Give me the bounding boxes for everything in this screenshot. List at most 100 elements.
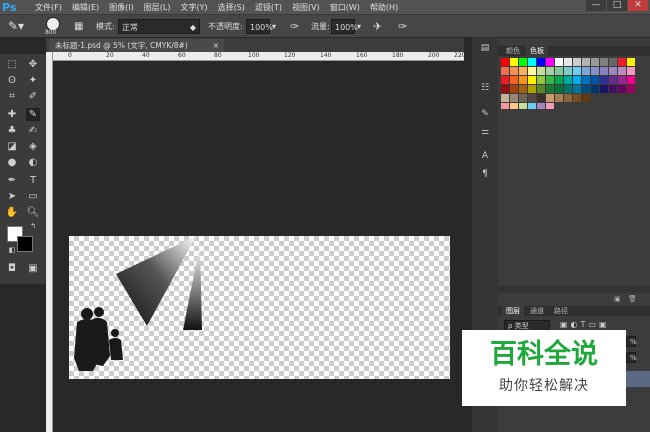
shape-tool-icon[interactable]: ▭ [26, 190, 40, 203]
path-select-icon[interactable]: ➤ [5, 190, 19, 203]
character-panel-icon[interactable]: A [478, 150, 492, 162]
fill-field-partial[interactable]: % [626, 352, 637, 363]
watermark-title: 百科全说 [490, 339, 598, 370]
ruler-tick: 120 [284, 52, 296, 59]
mode-value: 正常 [122, 23, 138, 32]
watermark-badge: 百科全说 助你轻松解决 [462, 330, 626, 406]
brush-tool-icon[interactable]: ✎▾ [8, 19, 24, 34]
horizontal-ruler: 0 20 40 60 80 100 120 140 160 180 200 22… [52, 52, 466, 61]
history-brush-icon[interactable]: ✍ [26, 124, 40, 137]
history-panel-icon[interactable]: ▤ [478, 42, 492, 54]
options-bar: ✎▾ 800 ▦ 模式: 正常 ◆ 不透明度: 100% ▾ ✑ 流量: 100%… [0, 15, 650, 38]
tab-paths[interactable]: 路径 [550, 306, 572, 316]
menu-layer[interactable]: 图层(L) [139, 0, 176, 15]
opacity-label: 不透明度: [208, 22, 243, 31]
menu-window[interactable]: 窗口(W) [325, 0, 365, 15]
hand-tool-icon[interactable]: ✋ [5, 206, 19, 219]
opacity-field-partial[interactable]: % [626, 336, 637, 347]
ruler-tick: 80 [214, 52, 222, 59]
ruler-tick: 200 [428, 52, 440, 59]
maximize-button[interactable]: □ [607, 0, 627, 11]
tab-channels[interactable]: 通道 [526, 306, 548, 316]
dodge-tool-icon[interactable]: ◐ [26, 156, 40, 169]
trash-icon[interactable]: 🗑︎ [624, 294, 641, 304]
ruler-tick: 20 [106, 52, 114, 59]
gradient-triangle-small [183, 244, 202, 330]
menu-items: 文件(F) 编辑(E) 图像(I) 图层(L) 文字(Y) 选择(S) 滤镜(T… [30, 0, 403, 15]
ruler-tick: 220 [454, 52, 466, 59]
pressure-opacity-icon[interactable]: ✑ [290, 19, 299, 34]
people-silhouette [74, 307, 123, 371]
menu-help[interactable]: 帮助(H) [365, 0, 403, 15]
close-button[interactable]: ✕ [628, 0, 648, 11]
menu-image[interactable]: 图像(I) [104, 0, 139, 15]
app-logo: Ps [2, 1, 17, 14]
eraser-icon[interactable]: ◪ [5, 140, 19, 153]
document-title: 未标题-1.psd @ 5% (文字, CMYK/8#) [55, 41, 188, 50]
ruler-tick: 40 [142, 52, 150, 59]
menu-edit[interactable]: 编辑(E) [67, 0, 104, 15]
swatch-colors [501, 58, 635, 109]
swatches-grid[interactable] [501, 58, 637, 110]
minimize-button[interactable]: — [586, 0, 606, 11]
flow-label: 流量: [311, 22, 330, 31]
move-tool-icon[interactable]: ✥ [26, 58, 40, 71]
menu-view[interactable]: 视图(V) [287, 0, 325, 15]
chevron-down-icon: ◆ [189, 23, 196, 32]
type-tool-icon[interactable]: T [26, 174, 40, 187]
brush-tool-active-icon[interactable]: ✎ [26, 108, 40, 121]
watermark-subtitle: 助你轻松解决 [499, 378, 589, 394]
default-colors-icon[interactable]: ◧ [5, 244, 19, 257]
lasso-tool-icon[interactable]: ʘ [5, 74, 19, 87]
airbrush-icon[interactable]: ✈ [373, 19, 382, 34]
ruler-tick: 100 [248, 52, 260, 59]
quick-mask-icon[interactable]: ◘ [5, 262, 19, 275]
screen-mode-icon[interactable]: ▣ [26, 262, 40, 275]
zoom-tool-icon[interactable]: 🔍︎ [26, 206, 40, 219]
layers-panel-tabs: 图层 通道 路径 [498, 306, 650, 316]
opacity-field[interactable]: 100% [246, 19, 273, 34]
blur-tool-icon[interactable]: ● [5, 156, 19, 169]
magic-wand-icon[interactable]: ✦ [26, 74, 40, 87]
layer-filter-icons[interactable]: ▣◐T▭▣ [560, 320, 610, 329]
flow-chevron-icon[interactable]: ▾ [357, 19, 361, 34]
pen-tool-icon[interactable]: ✒ [5, 174, 19, 187]
pressure-size-icon[interactable]: ✑ [398, 19, 407, 34]
ruler-tick: 160 [356, 52, 368, 59]
tab-layers[interactable]: 图层 [502, 306, 524, 316]
healing-brush-icon[interactable]: ✚ [5, 108, 19, 121]
tab-color[interactable]: 颜色 [502, 46, 524, 56]
vertical-ruler [46, 52, 53, 432]
tab-swatches[interactable]: 色板 [526, 46, 548, 56]
document-tab[interactable]: 未标题-1.psd @ 5% (文字, CMYK/8#) × [49, 39, 224, 52]
color-panel-tabs: 颜色 色板 [498, 46, 650, 56]
menu-type[interactable]: 文字(Y) [175, 0, 212, 15]
flow-field[interactable]: 100% [331, 19, 358, 34]
menu-select[interactable]: 选择(S) [213, 0, 250, 15]
clone-stamp-icon[interactable]: ♣ [5, 124, 19, 137]
ruler-tick: 140 [320, 52, 332, 59]
tool-presets-icon[interactable]: ⚌ [478, 126, 492, 138]
paragraph-panel-icon[interactable]: ¶ [478, 168, 492, 180]
marquee-tool-icon[interactable]: ⬚ [5, 58, 19, 71]
brush-panel-icon[interactable]: ▦ [74, 19, 83, 34]
swap-colors-icon[interactable]: ↰ [26, 220, 40, 233]
ruler-tick: 60 [178, 52, 186, 59]
brush-panel-dock-icon[interactable]: ✎ [478, 108, 492, 120]
background-color-swatch[interactable] [17, 236, 33, 252]
eyedropper-icon[interactable]: ✐ [26, 90, 40, 103]
new-swatch-icon[interactable]: ▣ [610, 294, 625, 304]
tab-close-icon[interactable]: × [213, 39, 219, 52]
menu-file[interactable]: 文件(F) [30, 0, 67, 15]
opacity-chevron-icon[interactable]: ▾ [272, 19, 276, 34]
paint-bucket-icon[interactable]: ◈ [26, 140, 40, 153]
menu-filter[interactable]: 滤镜(T) [250, 0, 287, 15]
canvas-artwork [74, 236, 202, 371]
actions-panel-icon[interactable]: ☷ [478, 82, 492, 94]
document-canvas[interactable] [69, 236, 450, 379]
tools-panel: ⬚ ✥ ʘ ✦ ⌗ ✐ ✚ ✎ ♣ ✍ ◪ ◈ ● ◐ ✒ T ➤ ▭ ✋ 🔍︎ ◧ ↰ ◘ ▣ [0, 54, 46, 284]
ruler-tick: 180 [392, 52, 404, 59]
menu-bar: Ps 文件(F) 编辑(E) 图像(I) 图层(L) 文字(Y) 选择(S) 滤… [0, 0, 650, 15]
mode-dropdown[interactable]: 正常 ◆ [118, 19, 200, 34]
crop-tool-icon[interactable]: ⌗ [5, 90, 19, 103]
